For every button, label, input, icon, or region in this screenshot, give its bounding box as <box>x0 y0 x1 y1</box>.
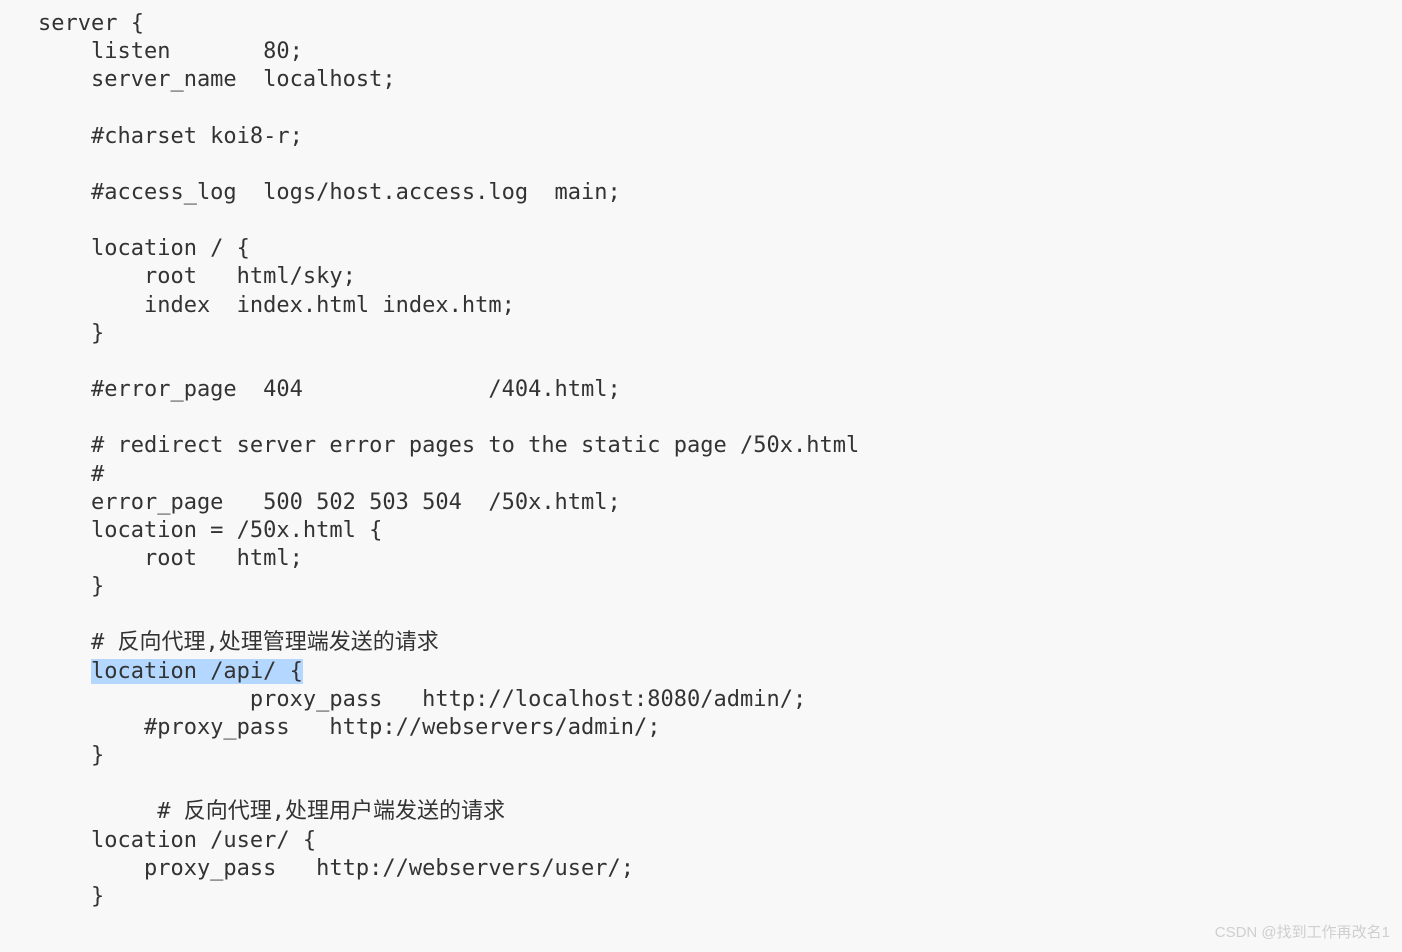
code-line: # 反向代理,处理管理端发送的请求 <box>38 630 439 655</box>
code-line: server_name localhost; <box>38 67 396 92</box>
code-line: # redirect server error pages to the sta… <box>38 433 859 458</box>
code-line: } <box>38 884 104 909</box>
nginx-config-code[interactable]: server { listen 80; server_name localhos… <box>0 10 1402 911</box>
code-line: # 反向代理,处理用户端发送的请求 <box>38 799 505 824</box>
code-line <box>38 659 91 684</box>
code-line: # <box>38 462 104 487</box>
code-line: #proxy_pass http://webservers/admin/; <box>38 715 661 740</box>
code-line: #error_page 404 /404.html; <box>38 377 621 402</box>
code-line: location / { <box>38 236 250 261</box>
code-line: #access_log logs/host.access.log main; <box>38 180 621 205</box>
code-line: } <box>38 574 104 599</box>
csdn-watermark: CSDN @找到工作再改名1 <box>1215 923 1390 942</box>
code-line: } <box>38 321 104 346</box>
code-line: location /user/ { <box>38 828 316 853</box>
code-line: root html; <box>38 546 303 571</box>
code-line: index index.html index.htm; <box>38 293 515 318</box>
code-line: listen 80; <box>38 39 303 64</box>
code-line: } <box>38 743 104 768</box>
code-line: root html/sky; <box>38 264 356 289</box>
code-line: proxy_pass http://localhost:8080/admin/; <box>38 687 806 712</box>
highlighted-location-directive: location /api/ { <box>91 659 303 684</box>
code-line: proxy_pass http://webservers/user/; <box>38 856 634 881</box>
code-line: #charset koi8-r; <box>38 124 303 149</box>
code-line: error_page 500 502 503 504 /50x.html; <box>38 490 621 515</box>
code-line: server { <box>38 11 144 36</box>
code-line: location = /50x.html { <box>38 518 382 543</box>
